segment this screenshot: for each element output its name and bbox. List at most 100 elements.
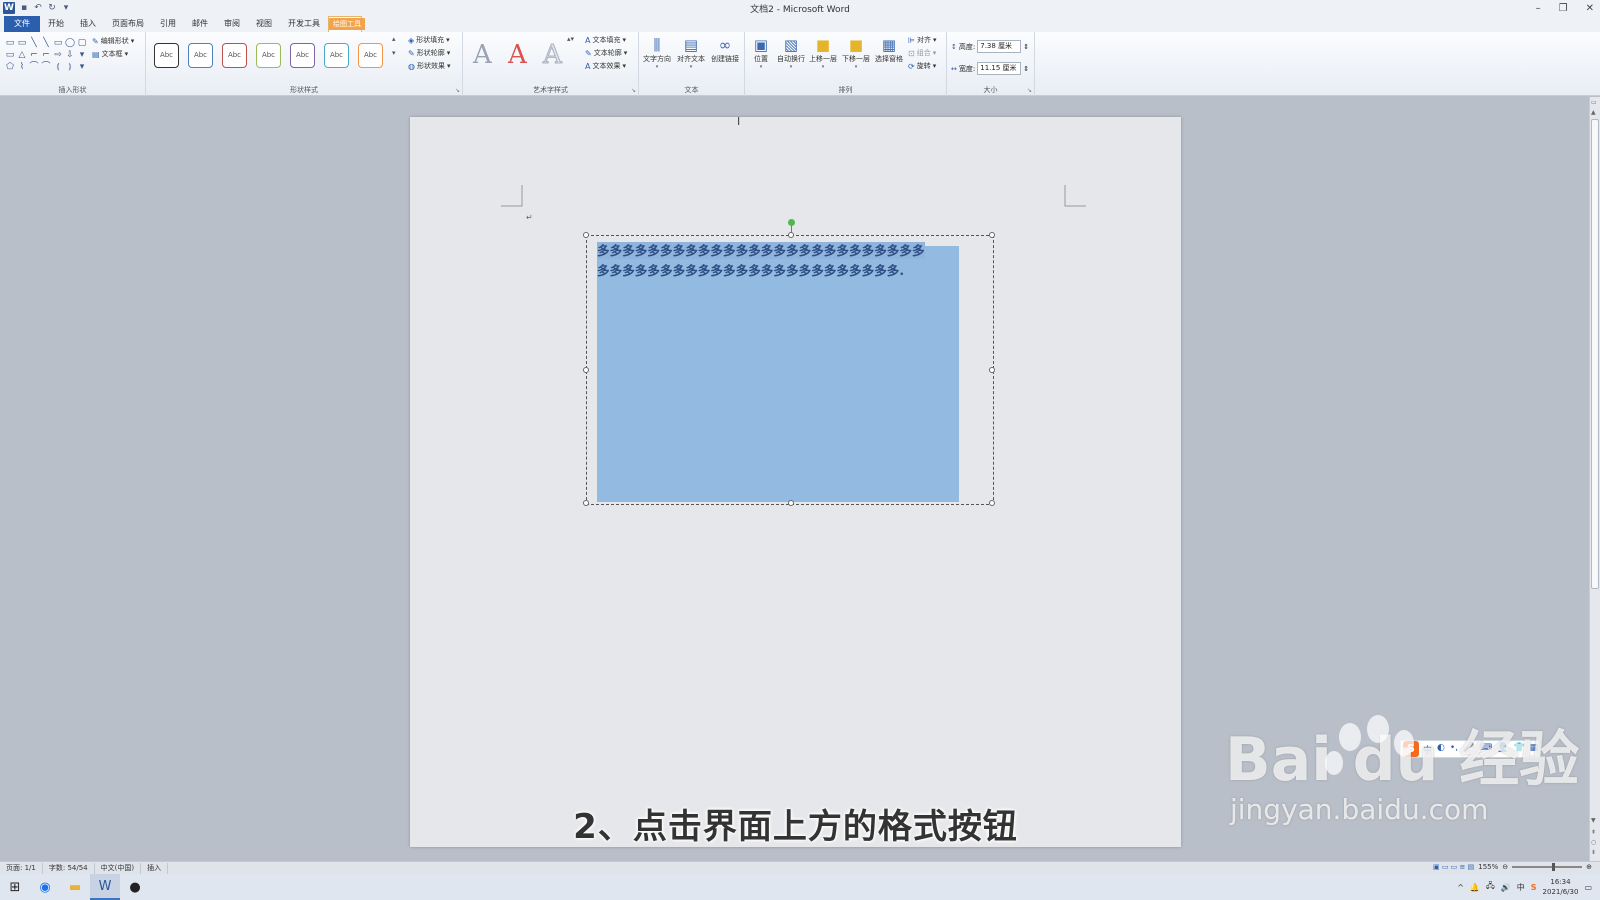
word-taskbar-icon[interactable]: W	[90, 874, 120, 900]
undo-icon[interactable]: ↶	[33, 3, 43, 13]
browser-taskbar-icon[interactable]: ◉	[30, 874, 60, 900]
tab-mailings[interactable]: 邮件	[184, 16, 216, 32]
create-link-button[interactable]: ∞ 创建链接	[709, 35, 741, 64]
zoom-out-icon[interactable]: ⊖	[1502, 863, 1508, 871]
input-method-icon[interactable]: 中	[1517, 882, 1525, 893]
scroll-thumb[interactable]	[1591, 119, 1599, 589]
resize-handle-top-left[interactable]	[583, 232, 589, 238]
text-fill-button[interactable]: A 文本填充 ▾	[585, 35, 626, 45]
tab-page-layout[interactable]: 页面布局	[104, 16, 152, 32]
clock[interactable]: 16:34 2021/6/30	[1543, 877, 1579, 897]
shape-style-sample[interactable]: Abc	[222, 43, 247, 68]
resize-handle-bottom[interactable]	[788, 500, 794, 506]
text-direction-button[interactable]: ⫼ 文字方向 ▾	[641, 35, 673, 70]
shape-gallery-item[interactable]: ▭	[4, 37, 16, 49]
ime-toolbar-item[interactable]: 👕	[1513, 743, 1524, 756]
shape-gallery-item[interactable]: ▭	[52, 37, 64, 49]
shape-effects-button[interactable]: ◍ 形状效果 ▾	[408, 61, 451, 71]
redo-icon[interactable]: ↻	[47, 3, 57, 13]
text-box-line-1[interactable]: 多多多多多多多多多多多多多多多多多多多多多多多多多多	[597, 242, 925, 259]
shape-gallery-item[interactable]: ⦅	[52, 61, 64, 73]
wordart-style-sample[interactable]: A	[543, 40, 563, 71]
shape-gallery-item[interactable]: ⬠	[4, 61, 16, 73]
minimize-button[interactable]: –	[1536, 3, 1541, 14]
shape-gallery-item[interactable]: ▭	[4, 49, 16, 61]
app-taskbar-icon[interactable]: ●	[120, 874, 150, 900]
close-button[interactable]: ✕	[1586, 3, 1594, 14]
wrap-text-button[interactable]: ▧ 自动换行 ▾	[775, 35, 807, 70]
tab-review[interactable]: 审阅	[216, 16, 248, 32]
text-effects-button[interactable]: A 文本效果 ▾	[585, 61, 626, 71]
scroll-up-icon[interactable]: ▲	[1591, 109, 1596, 116]
start-icon[interactable]: ⊞	[0, 874, 30, 900]
ruler-toggle-icon[interactable]: ▭	[1591, 99, 1597, 106]
bring-forward-button[interactable]: ■ 上移一层 ▾	[807, 35, 839, 70]
status-language[interactable]: 中文(中国)	[95, 862, 142, 874]
restore-button[interactable]: ❐	[1559, 3, 1568, 14]
shape-gallery-item[interactable]: ▾	[76, 49, 88, 61]
tab-view[interactable]: 视图	[248, 16, 280, 32]
sogou-tray-icon[interactable]: S	[1531, 883, 1537, 892]
text-box-button[interactable]: ▤ 文本框 ▾	[92, 49, 128, 59]
shape-style-sample[interactable]: Abc	[154, 43, 179, 68]
document-page[interactable]: ↵ I 多多多多多多多多多多多多多多多多多多多多多多多多多多 多多多多多多多多多…	[410, 115, 1181, 847]
ime-toolbar-item[interactable]: ▦	[1530, 743, 1539, 756]
shape-outline-button[interactable]: ✎ 形状轮廓 ▾	[408, 48, 450, 58]
shape-gallery-item[interactable]: ◯	[64, 37, 76, 49]
shape-gallery-item[interactable]: ⌒	[28, 61, 40, 73]
style-gallery-more[interactable]: ▾	[392, 49, 396, 57]
rotate-handle[interactable]	[788, 219, 795, 226]
vertical-scrollbar[interactable]: ▭ ▲ ▼ ⇞ ○ ⇟	[1589, 97, 1600, 861]
save-icon[interactable]: ▪	[19, 3, 29, 13]
shape-gallery-item[interactable]: ▭	[16, 37, 28, 49]
tab-home[interactable]: 开始	[40, 16, 72, 32]
style-gallery-scroll[interactable]: ▴	[392, 35, 396, 43]
zoom-slider[interactable]	[1512, 863, 1583, 871]
shape-gallery-item[interactable]: △	[16, 49, 28, 61]
text-outline-button[interactable]: ✎ 文本轮廓 ▾	[585, 48, 627, 58]
selected-text-box[interactable]: 多多多多多多多多多多多多多多多多多多多多多多多多多多 多多多多多多多多多多多多多…	[583, 219, 995, 506]
shape-style-sample[interactable]: Abc	[358, 43, 383, 68]
ime-toolbar-item[interactable]: 👤	[1497, 743, 1508, 756]
edit-shape-button[interactable]: ✎ 编辑形状 ▾	[92, 36, 134, 46]
group-button[interactable]: ⊡ 组合 ▾	[908, 48, 936, 58]
send-backward-button[interactable]: ■ 下移一层 ▾	[840, 35, 872, 70]
volume-icon[interactable]: 🔊	[1501, 883, 1511, 892]
width-input[interactable]: 11.15 厘米	[977, 62, 1022, 75]
position-button[interactable]: ▣ 位置 ▾	[745, 35, 777, 70]
zoom-level[interactable]: 155%	[1478, 863, 1498, 871]
shape-style-sample[interactable]: Abc	[256, 43, 281, 68]
wordart-gallery-more[interactable]: ▴▾	[567, 35, 574, 43]
shape-style-sample[interactable]: Abc	[290, 43, 315, 68]
sogou-logo-icon[interactable]: S	[1403, 741, 1419, 757]
zoom-in-icon[interactable]: ⊕	[1586, 863, 1592, 871]
shape-gallery[interactable]: ▭ ▭ ╲ ╲ ▭ ◯ ▢ ▭ △ ⌐ ⌐ ⇨ ⇩ ▾ ⬠ ⌇ ⌒ ⌒ ⦅ ⦆ ▾	[4, 37, 88, 73]
shape-gallery-item[interactable]: ╲	[40, 37, 52, 49]
ime-toolbar-item[interactable]: 中	[1423, 743, 1432, 756]
tab-developer[interactable]: 开发工具	[280, 16, 328, 32]
resize-handle-top[interactable]	[788, 232, 794, 238]
tab-insert[interactable]: 插入	[72, 16, 104, 32]
text-box-line-2[interactable]: 多多多多多多多多多多多多多多多多多多多多多多多多.	[597, 262, 904, 279]
action-center-icon[interactable]: ▭	[1584, 883, 1592, 892]
wordart-style-sample[interactable]: A	[508, 40, 527, 70]
status-insert-mode[interactable]: 插入	[141, 862, 169, 874]
wordart-style-sample[interactable]: A	[473, 40, 492, 70]
tab-references[interactable]: 引用	[152, 16, 184, 32]
shape-gallery-item[interactable]: ⌐	[40, 49, 52, 61]
height-input[interactable]: 7.38 厘米	[977, 40, 1022, 53]
resize-handle-right[interactable]	[989, 367, 995, 373]
align-button[interactable]: ⊫ 对齐 ▾	[908, 35, 936, 45]
notification-app-icon[interactable]: 🔔	[1470, 883, 1480, 892]
shape-gallery-item[interactable]: ⌒	[40, 61, 52, 73]
previous-page-icon[interactable]: ⇞	[1591, 829, 1596, 836]
shape-gallery-item[interactable]: ╲	[28, 37, 40, 49]
shape-style-sample[interactable]: Abc	[324, 43, 349, 68]
resize-handle-top-right[interactable]	[989, 232, 995, 238]
file-explorer-taskbar-icon[interactable]: ▬	[60, 874, 90, 900]
ime-toolbar-item[interactable]: •,	[1450, 743, 1458, 756]
word-logo-icon[interactable]: W	[3, 2, 15, 14]
status-page[interactable]: 页面: 1/1	[0, 862, 43, 874]
next-page-icon[interactable]: ⇟	[1591, 849, 1596, 856]
size-launcher-icon[interactable]: ↘	[1027, 87, 1032, 94]
